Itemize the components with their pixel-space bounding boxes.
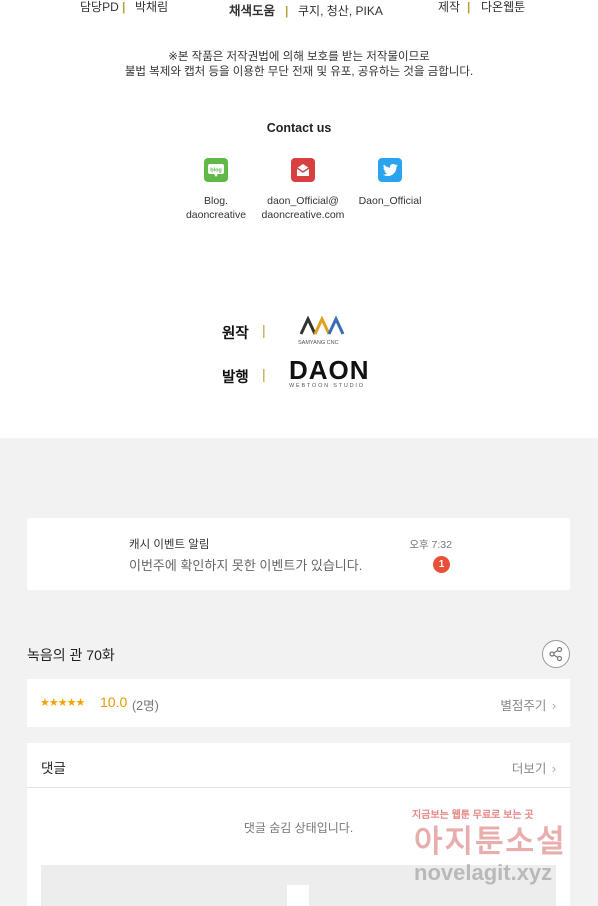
copyright-line: ※본 작품은 저작권법에 의해 보호를 받는 저작물이므로: [168, 51, 430, 63]
rating-score: 10.0: [100, 694, 128, 710]
production-name: 다온웹툰: [481, 0, 526, 14]
watermark: 지금보는 웹툰 무료로 보는 곳 아지툰소설 novelagit.xyz: [410, 804, 598, 904]
share-button[interactable]: [542, 640, 570, 668]
chevron-right-icon: ›: [551, 699, 556, 713]
origin-logo-text: SAMYANG CNC: [298, 340, 339, 346]
origin-label: 원작: [222, 326, 249, 342]
share-icon: [549, 646, 563, 662]
comment-more-label: 더보기: [511, 762, 547, 776]
separator: |: [285, 4, 289, 18]
rating-card: ★★★★★ 10.0 (2명) 별점주기 ›: [27, 679, 570, 727]
notification-badge: 1: [433, 556, 450, 573]
twitter-icon: [378, 158, 402, 182]
copyright-notice: ※본 작품은 저작권법에 의해 보호를 받는 저작물이므로 불법 복제와 캡처 …: [0, 50, 598, 80]
credits-section: 담당PD | 박채림 채색도움 | 쿠지, 청산, PIKA 제작 | 다온웹툰…: [0, 0, 598, 438]
daon-logo: DAON WEBTOON STUDIO: [289, 357, 379, 391]
pd-name: 박채림: [135, 0, 169, 14]
comment-input-handle: [287, 885, 309, 906]
contact-line: daoncreative.com: [261, 209, 345, 221]
separator: |: [262, 366, 266, 382]
watermark-url: novelagit.xyz: [414, 860, 553, 885]
chevron-right-icon: ›: [551, 762, 556, 776]
watermark-title: 아지툰소설: [414, 824, 567, 859]
daon-logo-text: DAON: [289, 355, 370, 385]
rating-count: (2명): [132, 699, 159, 713]
rate-button[interactable]: 별점주기 ›: [500, 695, 556, 714]
samyang-logo: SAMYANG CNC: [298, 315, 358, 346]
credit-row: 담당PD | 박채림 채색도움 | 쿠지, 청산, PIKA 제작 | 다온웹툰: [0, 0, 598, 20]
contact-line: Daon_Official: [358, 195, 422, 207]
mail-icon: [291, 158, 315, 182]
color-names: 쿠지, 청산, PIKA: [298, 4, 383, 18]
notification-title: 캐시 이벤트 알림: [129, 539, 210, 551]
blog-icon: blog: [204, 158, 228, 182]
pd-label: 담당PD: [80, 0, 119, 14]
publisher-label: 발행: [222, 370, 249, 386]
contact-twitter[interactable]: Daon_Official: [330, 158, 450, 208]
rating-stars: ★★★★★: [40, 697, 85, 709]
notification-time: 오후 7:32: [409, 539, 452, 551]
episode-title: 녹음의 관 70화: [27, 647, 115, 663]
comment-label: 댓글: [41, 761, 66, 776]
contact-title: Contact us: [266, 121, 332, 135]
svg-text:blog: blog: [210, 168, 222, 174]
comment-more-button[interactable]: 더보기 ›: [512, 758, 556, 777]
publisher-row: 발행 | DAON WEBTOON STUDIO: [0, 357, 598, 402]
notification-card[interactable]: 캐시 이벤트 알림 이번주에 확인하지 못한 이벤트가 있습니다. 오후 7:3…: [27, 518, 570, 590]
separator: |: [262, 322, 266, 338]
origin-row: 원작 | SAMYANG CNC: [0, 315, 598, 360]
separator: |: [467, 0, 471, 14]
separator: |: [122, 0, 126, 14]
color-label: 채색도움: [229, 4, 276, 18]
production-label: 제작: [438, 0, 461, 14]
comment-header: 댓글 더보기 ›: [27, 743, 570, 788]
copyright-line: 불법 복제와 캡처 등을 이용한 무단 전재 및 유포, 공유하는 것을 금합니…: [124, 66, 474, 78]
notification-message: 이번주에 확인하지 못한 이벤트가 있습니다.: [129, 558, 363, 573]
rate-button-label: 별점주기: [500, 699, 547, 713]
